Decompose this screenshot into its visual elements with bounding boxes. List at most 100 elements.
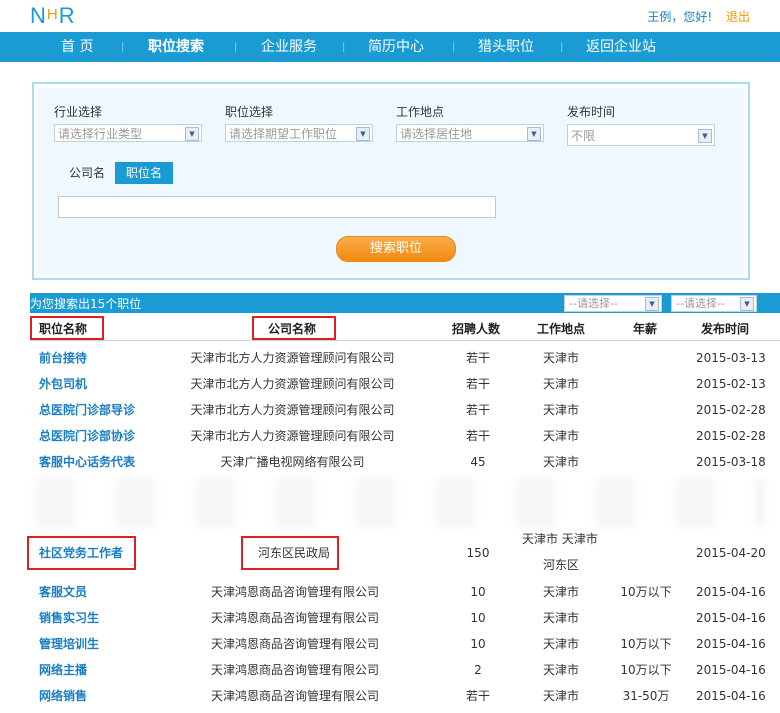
salary: 10万以下 — [620, 637, 672, 651]
chevron-down-icon[interactable]: ▼ — [740, 297, 754, 311]
hire-count: 2 — [474, 663, 482, 677]
work-location: 天津市 — [542, 585, 579, 599]
user-box: 王例，您好! 退出 — [647, 8, 750, 25]
work-location-line1: 天津市 天津市 — [522, 532, 598, 546]
company-name[interactable]: 天津广播电视网络有限公司 — [170, 449, 415, 475]
nav-item-back-to-enterprise[interactable]: 返回企业站 — [586, 32, 656, 62]
table-row: 客服文员 天津鸿恩商品咨询管理有限公司 10 天津市 10万以下 2015-04… — [0, 579, 780, 605]
nav-item-headhunter-jobs[interactable]: 猎头职位 — [478, 32, 534, 62]
search-jobs-button[interactable]: 搜索职位 — [336, 236, 456, 262]
job-title-link[interactable]: 总医院门诊部导诊 — [39, 397, 135, 423]
location-select[interactable]: 请选择居住地 ▼ — [396, 124, 544, 142]
chevron-down-icon[interactable]: ▼ — [645, 297, 659, 311]
salary: 10万以下 — [620, 585, 672, 599]
industry-select-value: 请选择行业类型 — [58, 127, 143, 141]
salary: 10万以下 — [620, 663, 672, 677]
work-location-line2: 河东区 — [543, 558, 580, 572]
highlight-box-title — [27, 536, 136, 570]
redacted-area — [35, 478, 765, 528]
job-title-link[interactable]: 网络主播 — [39, 657, 87, 683]
user-greeting: 王例，您好! — [647, 10, 713, 24]
company-name[interactable]: 天津市北方人力资源管理顾问有限公司 — [170, 371, 415, 397]
col-header-location: 工作地点 — [537, 322, 586, 336]
work-location: 天津市 — [542, 429, 579, 443]
work-location: 天津市 — [542, 377, 579, 391]
table-row: 网络主播 天津鸿恩商品咨询管理有限公司 2 天津市 10万以下 2015-04-… — [0, 657, 780, 683]
results-count: 为您搜索出15个职位 — [30, 297, 142, 311]
tab-position-name[interactable]: 职位名 — [115, 162, 173, 184]
company-name[interactable]: 天津市北方人力资源管理顾问有限公司 — [170, 345, 415, 371]
industry-select[interactable]: 请选择行业类型 ▼ — [54, 124, 202, 142]
header-divider — [30, 340, 780, 341]
table-row: 管理培训生 天津鸿恩商品咨询管理有限公司 10 天津市 10万以下 2015-0… — [0, 631, 780, 657]
sort-select-1-value: --请选择-- — [569, 297, 618, 310]
publish-date: 2015-04-16 — [696, 611, 766, 625]
table-row: 销售实习生 天津鸿恩商品咨询管理有限公司 10 天津市 2015-04-16 — [0, 605, 780, 631]
job-title-link[interactable]: 前台接待 — [39, 345, 87, 371]
table-row: 外包司机 天津市北方人力资源管理顾问有限公司 若干 天津市 2015-02-13 — [0, 371, 780, 397]
position-select[interactable]: 请选择期望工作职位 ▼ — [225, 124, 373, 142]
hire-count: 若干 — [465, 377, 490, 391]
hire-count: 若干 — [465, 429, 490, 443]
company-name[interactable]: 天津鸿恩商品咨询管理有限公司 — [190, 579, 400, 605]
job-title-link[interactable]: 客服中心话务代表 — [39, 449, 135, 475]
location-select-value: 请选择居住地 — [400, 127, 473, 141]
chevron-down-icon[interactable]: ▼ — [698, 129, 712, 143]
publish-date: 2015-04-16 — [696, 637, 766, 651]
publish-date: 2015-04-20 — [696, 546, 766, 560]
nav-item-enterprise-service[interactable]: 企业服务 — [261, 32, 317, 62]
company-name[interactable]: 天津市北方人力资源管理顾问有限公司 — [170, 423, 415, 449]
salary: 31-50万 — [622, 689, 670, 703]
publish-date: 2015-04-16 — [696, 663, 766, 677]
publish-date: 2015-02-28 — [696, 403, 766, 417]
publish-date: 2015-04-16 — [696, 585, 766, 599]
results-bar: 为您搜索出15个职位 --请选择-- ▼ --请选择-- ▼ — [30, 293, 780, 313]
logo-letter-n: N — [30, 3, 47, 28]
time-label: 发布时间 — [567, 105, 616, 119]
job-title-link[interactable]: 销售实习生 — [39, 605, 99, 631]
company-name[interactable]: 天津鸿恩商品咨询管理有限公司 — [190, 657, 400, 683]
logo-letter-r: R — [58, 3, 76, 28]
job-title-link[interactable]: 管理培训生 — [39, 631, 99, 657]
company-name[interactable]: 天津鸿恩商品咨询管理有限公司 — [190, 605, 400, 631]
main-nav: 首 页 | 职位搜索 | 企业服务 | 简历中心 | 猎头职位 | 返回企业站 — [0, 32, 780, 62]
work-location: 天津市 — [542, 611, 579, 625]
nav-separator: | — [234, 42, 238, 53]
publish-date: 2015-02-28 — [696, 429, 766, 443]
sort-select-1[interactable]: --请选择-- ▼ — [564, 295, 662, 312]
publish-date: 2015-04-16 — [696, 689, 766, 703]
company-name[interactable]: 天津鸿恩商品咨询管理有限公司 — [190, 683, 400, 709]
logo-letter-h: H — [46, 6, 59, 23]
publish-date: 2015-03-13 — [696, 351, 766, 365]
logout-link[interactable]: 退出 — [726, 10, 750, 24]
hire-count: 若干 — [465, 351, 490, 365]
work-location: 天津市 — [542, 403, 579, 417]
time-select[interactable]: 不限 ▼ — [567, 124, 715, 146]
nav-item-resume-center[interactable]: 简历中心 — [368, 32, 424, 62]
job-title-link[interactable]: 客服文员 — [39, 579, 87, 605]
chevron-down-icon[interactable]: ▼ — [356, 127, 370, 141]
company-name[interactable]: 天津市北方人力资源管理顾问有限公司 — [170, 397, 415, 423]
work-location: 天津市 — [542, 689, 579, 703]
chevron-down-icon[interactable]: ▼ — [185, 127, 199, 141]
industry-label: 行业选择 — [54, 105, 103, 119]
col-header-salary: 年薪 — [633, 322, 658, 336]
nav-item-home[interactable]: 首 页 — [61, 32, 93, 62]
keyword-input[interactable] — [58, 196, 496, 218]
nav-item-job-search[interactable]: 职位搜索 — [148, 32, 204, 62]
sort-select-2[interactable]: --请选择-- ▼ — [671, 295, 757, 312]
tab-company-name[interactable]: 公司名 — [58, 162, 116, 184]
job-title-link[interactable]: 外包司机 — [39, 371, 87, 397]
search-panel: 行业选择 请选择行业类型 ▼ 职位选择 请选择期望工作职位 ▼ 工作地点 请选择… — [32, 82, 750, 280]
job-title-link[interactable]: 总医院门诊部协诊 — [39, 423, 135, 449]
position-label: 职位选择 — [225, 105, 274, 119]
hire-count: 45 — [470, 455, 486, 469]
table-row: 客服中心话务代表 天津广播电视网络有限公司 45 天津市 2015-03-18 — [0, 449, 780, 475]
table-row: 网络销售 天津鸿恩商品咨询管理有限公司 若干 天津市 31-50万 2015-0… — [0, 683, 780, 709]
job-title-link[interactable]: 网络销售 — [39, 683, 87, 709]
company-name[interactable]: 天津鸿恩商品咨询管理有限公司 — [190, 631, 400, 657]
table-row: 总医院门诊部导诊 天津市北方人力资源管理顾问有限公司 若干 天津市 2015-0… — [0, 397, 780, 423]
chevron-down-icon[interactable]: ▼ — [527, 127, 541, 141]
nav-separator: | — [452, 42, 456, 53]
site-logo[interactable]: NHR — [30, 3, 76, 29]
